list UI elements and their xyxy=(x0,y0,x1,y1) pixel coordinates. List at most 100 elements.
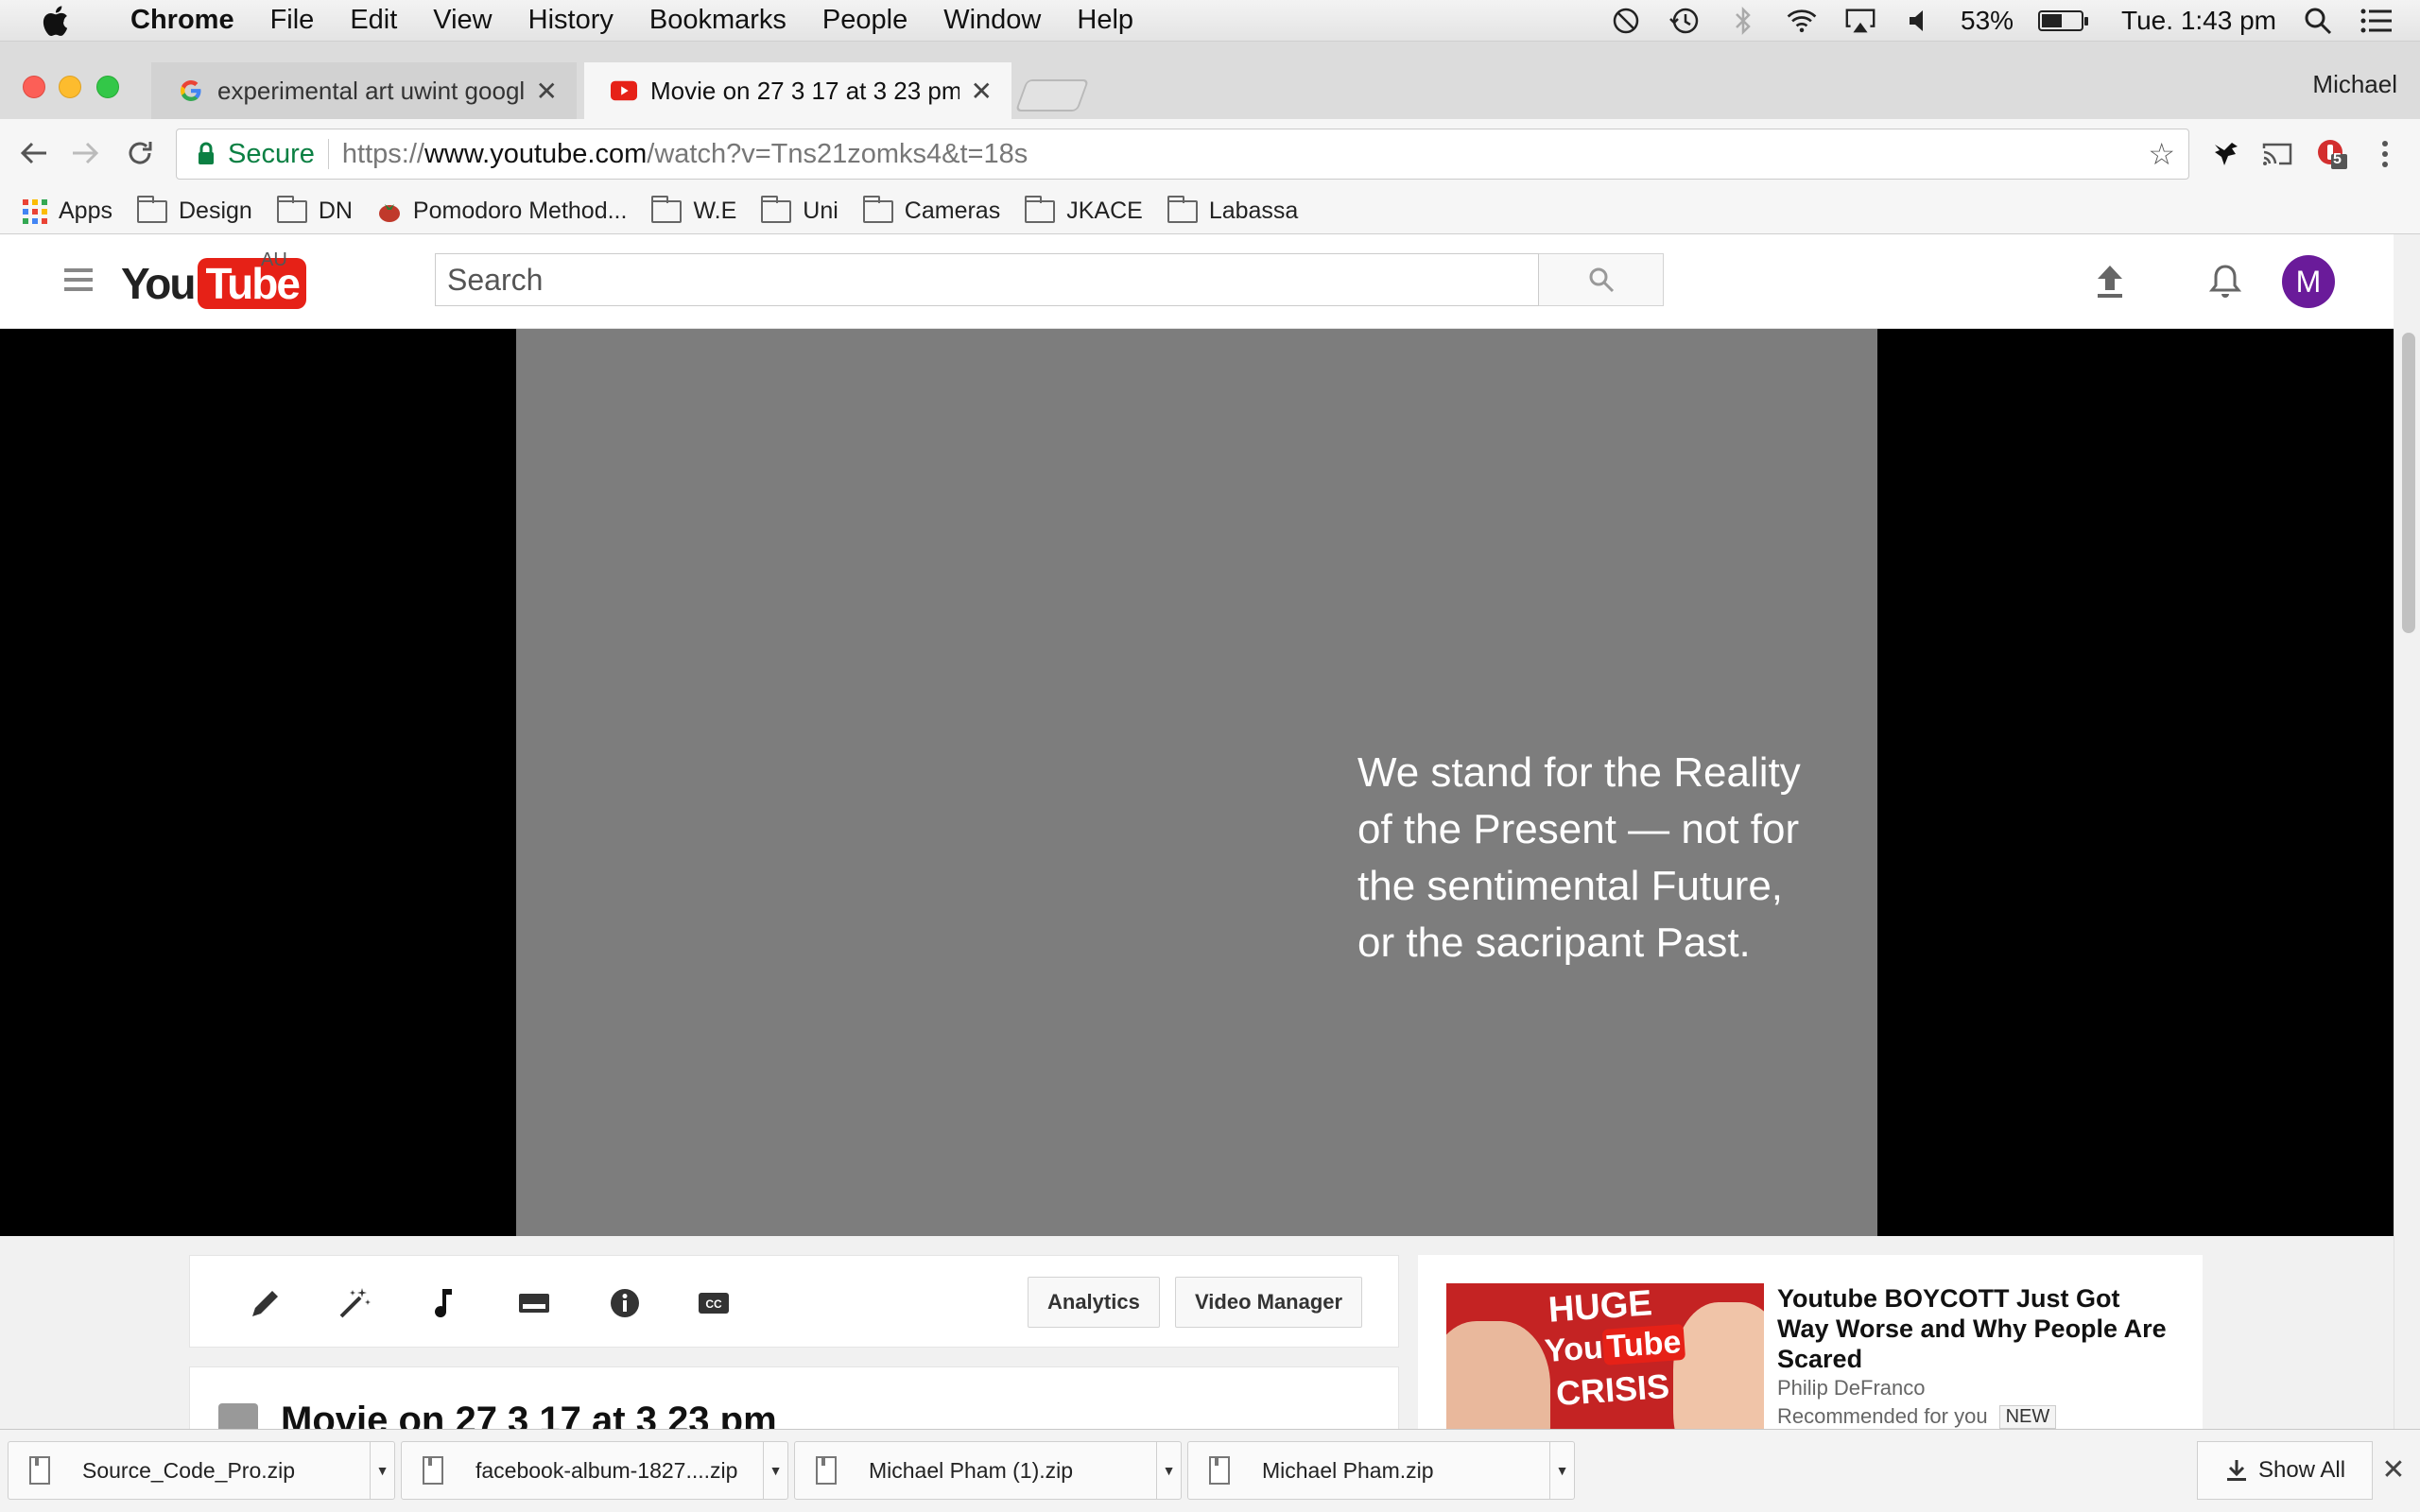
download-options-dropdown[interactable]: ▼ xyxy=(1156,1442,1181,1499)
bookmark-label: JKACE xyxy=(1066,198,1143,224)
forward-button[interactable] xyxy=(64,132,106,174)
account-avatar[interactable]: M xyxy=(2282,255,2335,308)
menu-history[interactable]: History xyxy=(528,5,614,36)
secure-label[interactable]: Secure xyxy=(228,139,315,170)
enhance-wand-icon[interactable] xyxy=(336,1284,373,1322)
zip-file-icon xyxy=(423,1456,443,1485)
download-item[interactable]: Source_Code_Pro.zip ▼ xyxy=(8,1441,395,1500)
scrollbar-thumb[interactable] xyxy=(2402,333,2415,633)
menu-edit[interactable]: Edit xyxy=(350,5,397,36)
zip-file-icon xyxy=(29,1456,50,1485)
bookmark-label: Cameras xyxy=(904,198,1001,224)
battery-icon[interactable] xyxy=(2038,10,2089,31)
bookmark-folder-jkace[interactable]: JKACE xyxy=(1025,195,1143,225)
battery-percent: 53% xyxy=(1961,6,2014,35)
thumbnail-text: CRISIS xyxy=(1554,1366,1671,1414)
show-all-label: Show All xyxy=(2257,1457,2346,1483)
recommended-video[interactable]: HUGE YouTube CRISIS Youtube BOYCOTT Just… xyxy=(1418,1255,2203,1429)
bluetooth-icon[interactable] xyxy=(1726,4,1760,38)
logo-region: AU xyxy=(261,249,287,270)
close-download-shelf-icon[interactable]: ✕ xyxy=(2377,1452,2411,1486)
video-badge-icon xyxy=(218,1403,258,1429)
reload-button[interactable] xyxy=(119,132,161,174)
annotations-icon[interactable] xyxy=(515,1284,553,1322)
show-all-downloads-button[interactable]: Show All xyxy=(2197,1441,2373,1500)
time-machine-icon[interactable] xyxy=(1668,4,1702,38)
menu-bookmarks[interactable]: Bookmarks xyxy=(649,5,786,36)
new-tab-button[interactable] xyxy=(1014,79,1090,112)
youtube-logo[interactable]: You Tube AU xyxy=(121,249,306,312)
video-frame[interactable]: We stand for the Reality of the Present … xyxy=(516,329,1877,1236)
tab-title: experimental art uwint google xyxy=(217,76,525,105)
logo-tube-text: Tube xyxy=(198,258,306,309)
extension-bird-icon[interactable] xyxy=(2206,134,2246,174)
menu-file[interactable]: File xyxy=(270,5,315,36)
page-scrollbar[interactable] xyxy=(2394,329,2420,1429)
tab-close-icon[interactable]: ✕ xyxy=(971,76,993,107)
download-item[interactable]: facebook-album-1827....zip ▼ xyxy=(401,1441,788,1500)
extension-shield-icon[interactable]: 5 xyxy=(2312,134,2352,174)
recommended-video-title[interactable]: Youtube BOYCOTT Just Got Way Worse and W… xyxy=(1777,1283,2174,1374)
notifications-bell-icon[interactable] xyxy=(2203,259,2248,304)
wifi-icon[interactable] xyxy=(1785,4,1819,38)
bookmark-pomodoro[interactable]: Pomodoro Method... xyxy=(377,198,627,225)
search-button[interactable] xyxy=(1539,253,1664,306)
tab-close-icon[interactable]: ✕ xyxy=(536,76,558,107)
bookmark-folder-labassa[interactable]: Labassa xyxy=(1167,195,1299,225)
airplay-icon[interactable] xyxy=(1843,4,1877,38)
bookmarks-bar: Apps Design DN Pomodoro Method... W.E Un… xyxy=(0,189,2420,234)
bookmark-folder-uni[interactable]: Uni xyxy=(761,195,838,225)
cast-icon[interactable] xyxy=(2257,134,2297,174)
download-options-dropdown[interactable]: ▼ xyxy=(763,1442,787,1499)
menu-help[interactable]: Help xyxy=(1077,5,1133,36)
recommended-video-thumbnail[interactable]: HUGE YouTube CRISIS xyxy=(1446,1283,1764,1429)
folder-icon xyxy=(1167,195,1198,223)
subtitles-cc-icon[interactable]: CC xyxy=(695,1284,733,1322)
analytics-button[interactable]: Analytics xyxy=(1028,1277,1160,1328)
menubar-clock[interactable]: Tue. 1:43 pm xyxy=(2121,6,2276,36)
bookmark-star-icon[interactable]: ☆ xyxy=(2148,136,2175,172)
download-item[interactable]: Michael Pham (1).zip ▼ xyxy=(794,1441,1182,1500)
info-icon[interactable] xyxy=(606,1284,644,1322)
download-options-dropdown[interactable]: ▼ xyxy=(1549,1442,1574,1499)
menu-people[interactable]: People xyxy=(822,5,908,36)
download-options-dropdown[interactable]: ▼ xyxy=(370,1442,394,1499)
audio-note-icon[interactable] xyxy=(424,1284,462,1322)
thumbnail-face-left xyxy=(1446,1321,1550,1429)
spotlight-search-icon[interactable] xyxy=(2301,4,2335,38)
chrome-menu-icon[interactable] xyxy=(2365,134,2405,174)
tomato-icon xyxy=(377,200,402,223)
bookmark-folder-dn[interactable]: DN xyxy=(276,195,353,225)
bookmark-label: DN xyxy=(318,198,353,224)
window-minimize-button[interactable] xyxy=(59,76,81,98)
apple-menu-icon[interactable] xyxy=(34,0,76,42)
video-manager-button[interactable]: Video Manager xyxy=(1175,1277,1363,1328)
address-bar[interactable]: Secure https://www.youtube.com/watch?v=T… xyxy=(176,129,2189,180)
download-filename: Source_Code_Pro.zip xyxy=(82,1457,296,1483)
menu-app-chrome[interactable]: Chrome xyxy=(130,5,234,36)
download-item[interactable]: Michael Pham.zip ▼ xyxy=(1187,1441,1575,1500)
upload-icon[interactable] xyxy=(2087,259,2133,304)
bookmark-folder-we[interactable]: W.E xyxy=(651,195,736,225)
bookmark-apps[interactable]: Apps xyxy=(23,198,112,225)
window-close-button[interactable] xyxy=(23,76,45,98)
profile-name[interactable]: Michael xyxy=(2312,70,2397,99)
edit-pencil-icon[interactable] xyxy=(247,1284,285,1322)
lock-icon[interactable] xyxy=(192,135,220,173)
menu-window[interactable]: Window xyxy=(943,5,1041,36)
guide-menu-icon[interactable] xyxy=(64,268,93,291)
menu-view[interactable]: View xyxy=(433,5,492,36)
video-player[interactable]: We stand for the Reality of the Present … xyxy=(0,329,2394,1236)
search-input[interactable] xyxy=(435,253,1539,306)
bookmark-folder-design[interactable]: Design xyxy=(136,195,252,225)
tab-youtube-video[interactable]: Movie on 27 3 17 at 3 23 pm ✕ xyxy=(584,62,1011,119)
volume-icon[interactable] xyxy=(1902,4,1936,38)
tab-google-search[interactable]: experimental art uwint google ✕ xyxy=(151,62,577,119)
do-not-disturb-icon[interactable] xyxy=(1609,4,1643,38)
bookmark-folder-cameras[interactable]: Cameras xyxy=(862,195,1001,225)
bookmark-label: Labassa xyxy=(1208,198,1299,224)
back-button[interactable] xyxy=(13,132,55,174)
svg-text:CC: CC xyxy=(705,1297,722,1311)
window-zoom-button[interactable] xyxy=(96,76,119,98)
notification-center-icon[interactable] xyxy=(2360,4,2394,38)
